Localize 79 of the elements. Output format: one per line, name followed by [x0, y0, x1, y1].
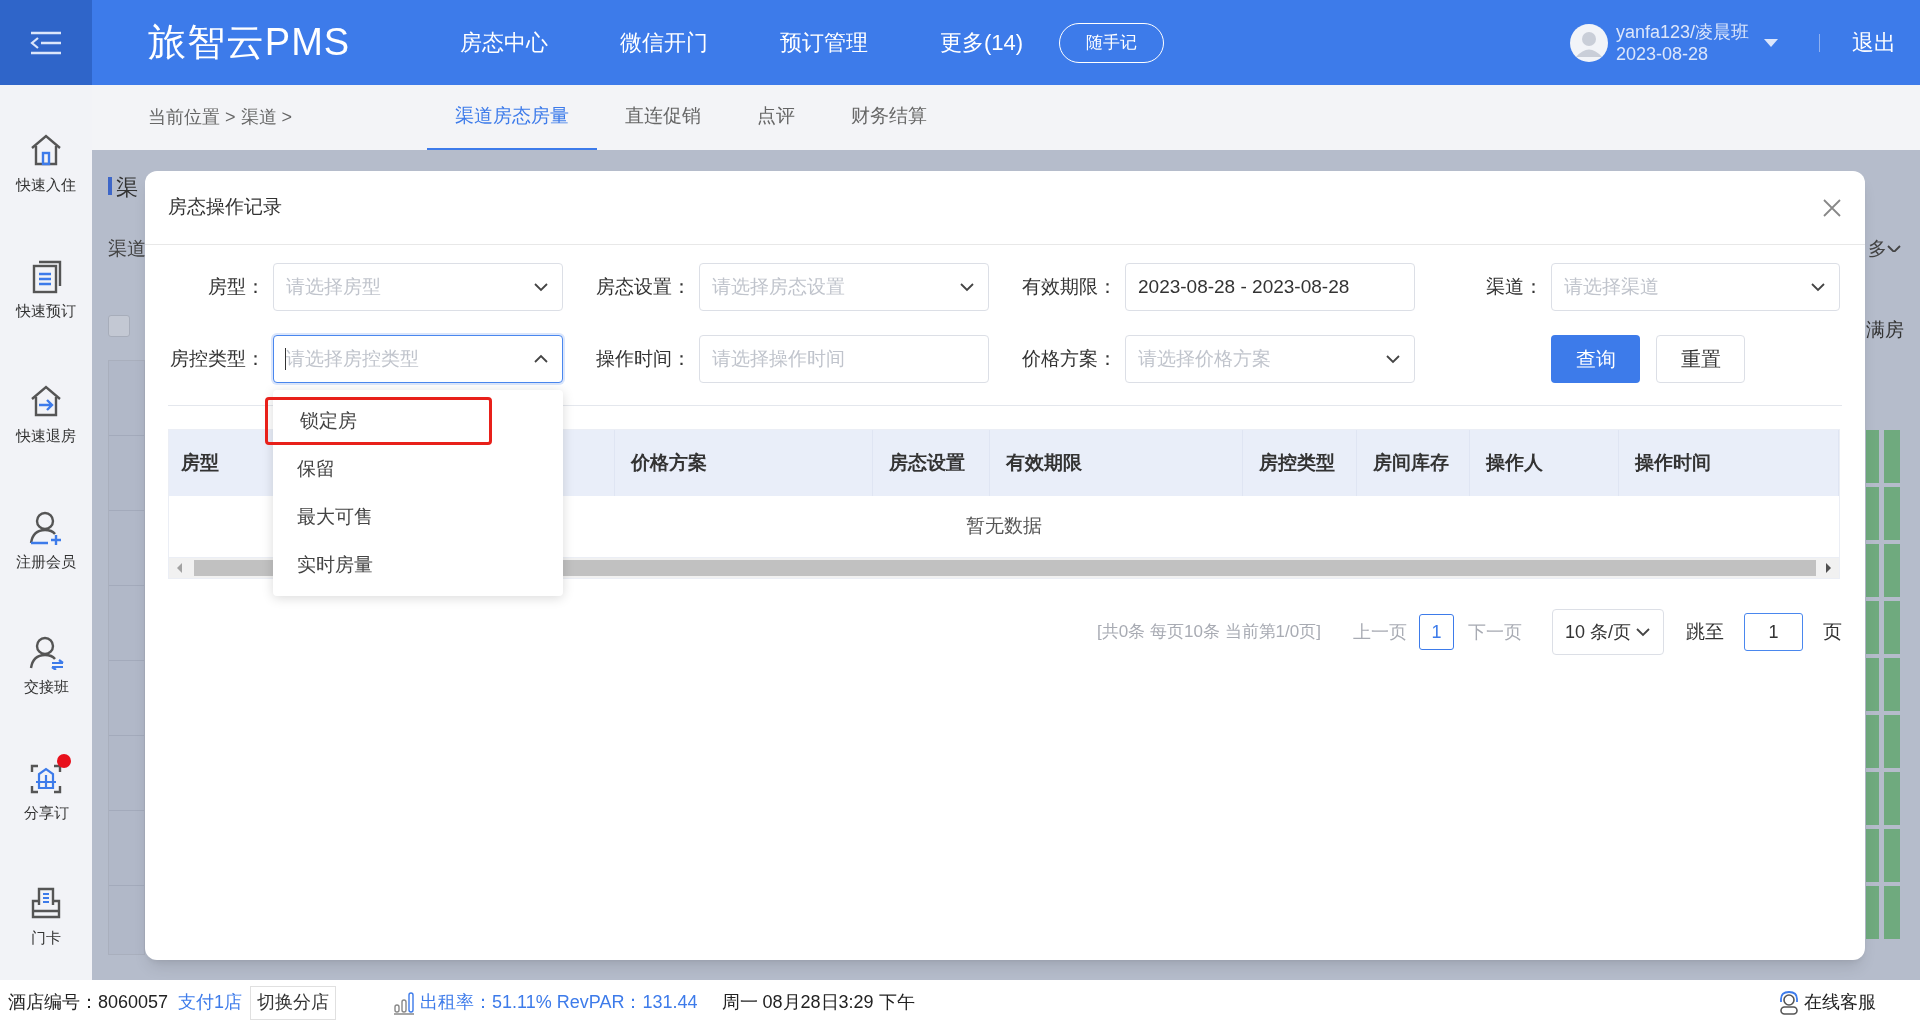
sidebar-item[interactable]: 交接班 [15, 626, 77, 699]
field-label: 操作时间： [595, 346, 691, 371]
chevron-down-icon [1385, 352, 1401, 366]
dropdown-option[interactable]: 锁定房 [265, 397, 492, 445]
sidebar-item[interactable]: 门卡 [20, 877, 72, 950]
tab[interactable]: 直连促销 [597, 85, 729, 150]
dropdown-option[interactable]: 实时房量 [273, 541, 563, 589]
page-jump-field[interactable]: 1 [1744, 613, 1803, 651]
chevron-down-icon [1810, 280, 1826, 294]
page-size-select[interactable]: 10 条/页 [1551, 609, 1664, 655]
column-header: 房态设置 [889, 450, 966, 475]
user-name: yanfa123/凌晨班 [1615, 20, 1749, 43]
dialog-title: 房态操作记录 [168, 195, 282, 220]
chevron-down-icon [959, 280, 975, 294]
field-label: 价格方案： [1021, 346, 1117, 371]
column-header: 有效期限 [1005, 450, 1082, 475]
menu-button[interactable] [0, 0, 92, 85]
search-button[interactable]: 查询 [1551, 335, 1640, 383]
caret-icon [1763, 37, 1779, 48]
nav-link[interactable]: 房态中心 [460, 26, 549, 59]
sidebar-item[interactable]: 快速入住 [8, 124, 84, 197]
nav-link[interactable]: 预订管理 [780, 26, 869, 59]
support-link[interactable]: 在线客服 [1778, 989, 1876, 1016]
switch-store-button[interactable]: 切换分店 [250, 985, 337, 1020]
column-header: 房间库存 [1372, 450, 1449, 475]
sidebar-item[interactable]: 分享订 [15, 751, 77, 824]
column-header: 操作人 [1486, 450, 1544, 475]
status-legend: 满房 [1866, 316, 1904, 345]
page-number[interactable]: 1 [1418, 614, 1454, 650]
input-field[interactable]: 2023-08-28 - 2023-08-28 [1125, 263, 1415, 311]
page-unit-label: 页 [1823, 619, 1842, 644]
nav-link[interactable]: 更多(14) [940, 26, 1024, 59]
field-label: 房型： [207, 274, 265, 299]
bar-chart-icon [392, 990, 417, 1015]
filter-label: 渠道 [108, 237, 146, 261]
input-field[interactable]: 请选择操作时间 [699, 335, 989, 383]
empty-message: 暂无数据 [966, 514, 1042, 539]
page-title: 渠 [116, 174, 138, 202]
column-header: 房控类型 [1258, 450, 1335, 475]
user-date: 2023-08-28 [1615, 42, 1709, 65]
date-time: 周一 08月28日3:29 下午 [721, 991, 915, 1014]
text-cursor [285, 348, 286, 370]
sidebar-item[interactable]: 快速预订 [8, 249, 84, 322]
field-label: 渠道： [1484, 274, 1543, 299]
dropdown-option[interactable]: 最大可售 [273, 493, 563, 541]
breadcrumb: 当前位置 > 渠道 > [148, 106, 294, 129]
select-field[interactable]: 请选择房控类型 [273, 335, 563, 383]
avatar-icon [1569, 23, 1608, 62]
sidebar-item[interactable]: 注册会员 [8, 500, 84, 573]
close-icon [1822, 197, 1842, 218]
tab[interactable]: 财务结算 [823, 85, 955, 150]
column-header: 房型 [181, 450, 219, 475]
app-logo: 旅智云PMS [148, 20, 351, 65]
field-label: 有效期限： [1021, 274, 1117, 299]
tab[interactable]: 渠道房态房量 [427, 85, 597, 150]
jump-label: 跳至 [1686, 619, 1724, 644]
chevron-down-icon [1635, 625, 1651, 639]
tab[interactable]: 点评 [729, 85, 823, 150]
headset-icon [1778, 990, 1800, 1015]
field-label: 房态设置： [595, 274, 691, 299]
checkbox[interactable] [108, 315, 130, 337]
nav-link[interactable]: 微信开门 [620, 26, 709, 59]
occupancy-stats: 出租率：51.11% RevPAR：131.44 [420, 991, 698, 1014]
column-header: 价格方案 [631, 450, 708, 475]
column-header: 操作时间 [1635, 450, 1712, 475]
dropdown-option[interactable]: 保留 [273, 445, 563, 493]
field-label: 房控类型： [169, 346, 265, 371]
menu-icon [29, 29, 63, 56]
chevron-down-icon [1886, 242, 1902, 252]
sidebar-item[interactable]: 快速退房 [8, 375, 84, 448]
reset-button[interactable]: 重置 [1656, 335, 1745, 383]
title-bar-mark [108, 177, 112, 195]
hotel-number: 酒店编号：8060057 [8, 991, 169, 1014]
more-link[interactable]: 多 [1868, 235, 1887, 264]
chevron-down-icon [533, 280, 549, 294]
store-link[interactable]: 支付1店 [178, 989, 243, 1016]
user-swap-icon [28, 634, 64, 670]
logout-link[interactable]: 退出 [1852, 26, 1896, 59]
pagination-summary: [共0条 每页10条 当前第1/0页] [1097, 621, 1321, 644]
